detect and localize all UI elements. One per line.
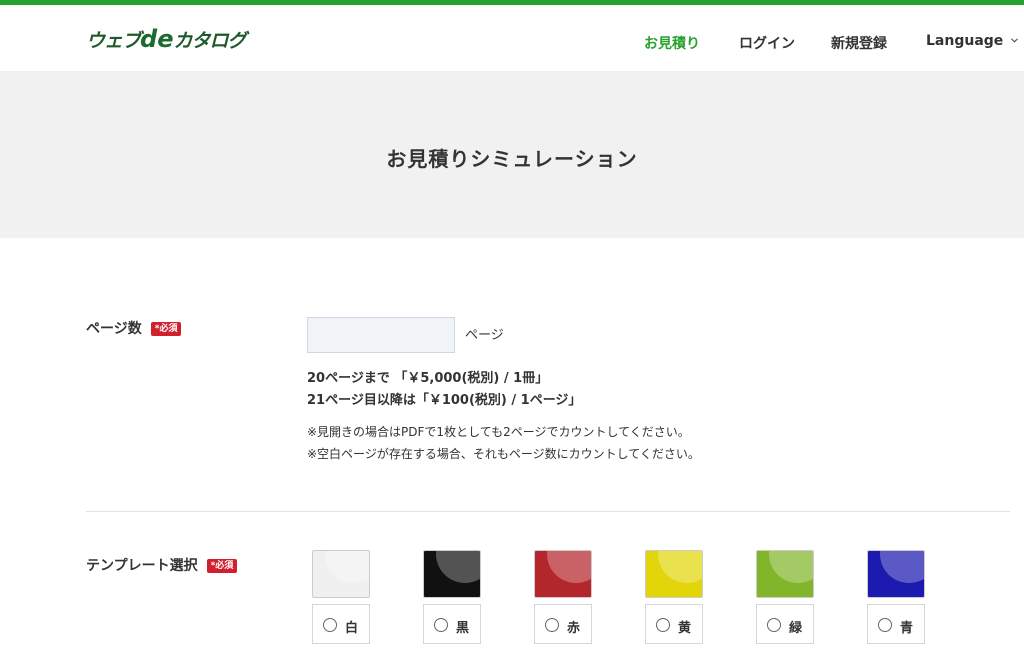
- language-selector[interactable]: Language: [926, 33, 1019, 49]
- logo-text-de: de: [140, 25, 174, 53]
- radio-button[interactable]: [767, 618, 781, 632]
- template-choice-white[interactable]: 白: [312, 604, 370, 644]
- price-rule-first: 20ページまで 「￥5,000(税別) / 1冊」: [307, 371, 549, 386]
- template-choice-label: 白: [345, 621, 359, 636]
- template-choice-yellow[interactable]: 黄: [645, 604, 703, 644]
- required-badge: *必須: [206, 559, 238, 573]
- site-header: ウェブdeカタログ お見積り ログイン 新規登録 Language: [0, 5, 1024, 72]
- pages-label-text: ページ数: [86, 321, 142, 337]
- template-swatch-black[interactable]: [423, 550, 481, 598]
- site-logo[interactable]: ウェブdeカタログ: [86, 25, 247, 54]
- template-swatch-white[interactable]: [312, 550, 370, 598]
- template-swatch-yellow[interactable]: [645, 550, 703, 598]
- logo-text-prefix: ウェブ: [86, 30, 141, 52]
- nav-login-link[interactable]: ログイン: [739, 33, 795, 53]
- template-field-label: テンプレート選択 *必須: [86, 555, 238, 575]
- page-title: お見積りシミュレーション: [386, 147, 638, 171]
- template-choice-label: 黒: [456, 621, 470, 636]
- template-choice-label: 緑: [789, 621, 803, 636]
- page-count-input[interactable]: [307, 317, 455, 353]
- template-choice-label: 赤: [567, 621, 581, 636]
- radio-button[interactable]: [545, 618, 559, 632]
- template-swatch-red[interactable]: [534, 550, 592, 598]
- template-choice-blue[interactable]: 青: [867, 604, 925, 644]
- nav-quote-link[interactable]: お見積り: [644, 33, 700, 53]
- section-divider: [86, 511, 1010, 512]
- radio-button[interactable]: [656, 618, 670, 632]
- radio-button[interactable]: [878, 618, 892, 632]
- template-choice-green[interactable]: 緑: [756, 604, 814, 644]
- template-choice-black[interactable]: 黒: [423, 604, 481, 644]
- note-spread-pages: ※見開きの場合はPDFで1枚としても2ページでカウントしてください。: [307, 425, 690, 439]
- nav-register-link[interactable]: 新規登録: [831, 33, 887, 53]
- language-label: Language: [926, 33, 1004, 49]
- page-unit-label: ページ: [465, 328, 504, 343]
- template-choice-red[interactable]: 赤: [534, 604, 592, 644]
- template-choice-label: 青: [900, 621, 914, 636]
- chevron-down-icon: [1011, 38, 1019, 43]
- template-swatch-blue[interactable]: [867, 550, 925, 598]
- radio-button[interactable]: [434, 618, 448, 632]
- template-choice-label: 黄: [678, 621, 692, 636]
- price-rule-additional: 21ページ目以降は「￥100(税別) / 1ページ」: [307, 393, 582, 408]
- template-swatch-green[interactable]: [756, 550, 814, 598]
- logo-text-suffix: カタログ: [173, 30, 246, 52]
- radio-button[interactable]: [323, 618, 337, 632]
- note-blank-pages: ※空白ページが存在する場合、それもページ数にカウントしてください。: [307, 447, 700, 461]
- page-hero: お見積りシミュレーション: [0, 72, 1024, 238]
- required-badge: *必須: [150, 322, 182, 336]
- pages-field-label: ページ数 *必須: [86, 318, 182, 338]
- template-label-text: テンプレート選択: [86, 558, 198, 574]
